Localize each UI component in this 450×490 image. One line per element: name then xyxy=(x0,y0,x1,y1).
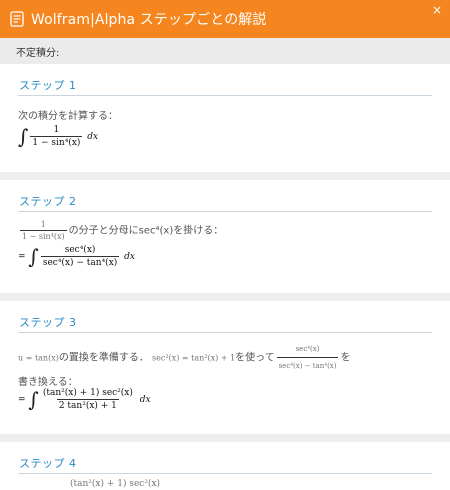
integral-sign: ∫ xyxy=(28,244,39,269)
card-divider xyxy=(0,293,450,301)
step-title: ステップ 2 xyxy=(18,193,432,212)
differential: dx xyxy=(124,252,136,262)
step-description: 11 − sin⁴(x) の分子と分母にsec⁴(x)を掛ける： xyxy=(18,220,432,241)
step-text: を xyxy=(340,352,351,364)
step-text: 書き換える： xyxy=(18,377,78,388)
subheader-label: 不定積分: xyxy=(16,47,60,59)
step-text: の分子と分母にsec⁴(x)を掛ける： xyxy=(68,225,224,237)
dialog-header: Wolfram|Alpha ステップごとの解説 × xyxy=(0,0,450,38)
denominator: 2 tan²(x) + 1 xyxy=(56,399,119,411)
step-title: ステップ 3 xyxy=(18,314,432,333)
substitution: u = tan(x) xyxy=(18,353,59,363)
integral-expression: = ∫ (tan²(x) + 1) sec²(x) 2 tan²(x) + 1 dx xyxy=(18,388,432,411)
numerator: sec⁴(x) xyxy=(64,245,96,255)
step-card-4: ステップ 4 (tan²(x) + 1) sec²(x) xyxy=(0,442,450,490)
step-description: 次の積分を計算する： xyxy=(18,111,118,122)
inline-fraction: sec⁴(x) sec⁴(x) − tan⁴(x) xyxy=(276,342,339,373)
card-divider xyxy=(0,434,450,442)
differential: dx xyxy=(87,132,99,142)
step-card-1: ステップ 1 次の積分を計算する： ∫ 1 1 − sin⁴(x) dx xyxy=(0,64,450,172)
step-description: u = tan(x)の置換を準備する． sec²(x) = tan²(x) + … xyxy=(18,342,432,373)
partial-expression: (tan²(x) + 1) sec²(x) xyxy=(70,479,161,489)
denominator: sec⁴(x) − tan⁴(x) xyxy=(276,357,339,373)
close-icon[interactable]: × xyxy=(432,3,442,17)
step-title: ステップ 4 xyxy=(18,455,432,474)
fraction: (tan²(x) + 1) sec²(x) 2 tan²(x) + 1 xyxy=(41,388,135,411)
fraction: 11 − sin⁴(x) xyxy=(30,125,83,148)
step-text: の置換を準備する． xyxy=(58,352,149,364)
denominator: 1 − sin⁴(x) xyxy=(30,136,83,148)
step-card-2: ステップ 2 11 − sin⁴(x) の分子と分母にsec⁴(x)を掛ける： =… xyxy=(0,180,450,293)
numerator: (tan²(x) + 1) sec²(x) xyxy=(42,388,133,398)
fraction: sec⁴(x) sec⁴(x) − tan⁴(x) xyxy=(40,245,120,268)
identity: sec²(x) = tan²(x) + 1 xyxy=(152,353,236,363)
step-title: ステップ 1 xyxy=(18,77,432,96)
card-divider xyxy=(0,172,450,180)
numerator: sec⁴(x) xyxy=(295,345,320,353)
step-card-3: ステップ 3 u = tan(x)の置換を準備する． sec²(x) = tan… xyxy=(0,301,450,434)
numerator: 1 xyxy=(53,125,60,135)
differential: dx xyxy=(139,395,151,405)
wolfram-doc-icon xyxy=(9,11,25,27)
equals-sign: = xyxy=(18,252,26,262)
step-text: を使って xyxy=(235,352,275,364)
integral-sign: ∫ xyxy=(18,124,29,149)
denominator: sec⁴(x) − tan⁴(x) xyxy=(40,256,120,268)
integral-sign: ∫ xyxy=(28,387,39,412)
numerator: 1 xyxy=(40,220,46,229)
integral-expression: = ∫ sec⁴(x) sec⁴(x) − tan⁴(x) dx xyxy=(18,245,432,268)
inline-fraction: 11 − sin⁴(x) xyxy=(20,220,67,241)
dialog-title: Wolfram|Alpha ステップごとの解説 xyxy=(31,12,267,28)
integral-expression: ∫ 1 1 − sin⁴(x) dx xyxy=(18,125,432,148)
denominator: 1 − sin⁴(x) xyxy=(20,230,67,241)
equals-sign: = xyxy=(18,395,26,405)
problem-type-label: 不定積分: xyxy=(0,38,450,64)
